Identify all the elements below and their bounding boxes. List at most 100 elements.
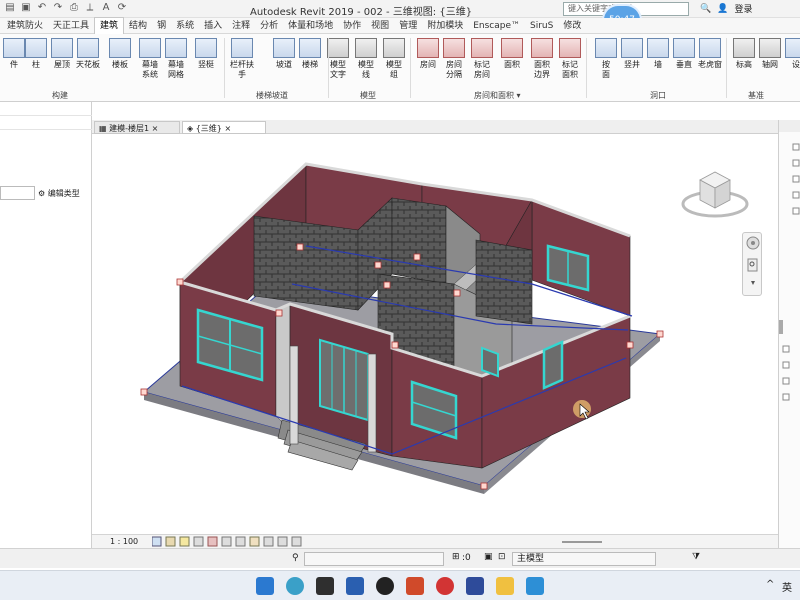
workset-dropdown[interactable] <box>304 552 444 566</box>
edit-type-button[interactable]: ⚙ 编辑类型 <box>38 188 80 199</box>
design-option-dropdown[interactable]: 主模型 <box>512 552 656 566</box>
help-icon[interactable]: ⚲ <box>292 553 299 563</box>
type-selector[interactable] <box>0 186 35 200</box>
show-crop-icon[interactable] <box>235 536 246 547</box>
lock-view-icon[interactable] <box>249 536 260 547</box>
tray-chevron-icon[interactable]: ^ <box>766 579 774 590</box>
area-boundary-button[interactable]: 面积 边界 <box>528 38 556 80</box>
ramp-button[interactable]: 坡道 <box>270 38 298 70</box>
file-explorer-icon[interactable] <box>496 577 514 595</box>
start-icon[interactable] <box>256 577 274 595</box>
level-button[interactable]: 标高 <box>730 38 758 70</box>
tab-12[interactable]: 管理 <box>394 18 422 34</box>
sync-icon[interactable]: ⟳ <box>116 2 128 14</box>
area-button[interactable]: 面积 <box>498 38 526 70</box>
tab-0[interactable]: 建筑防火 <box>2 18 48 34</box>
shaft-button[interactable]: 竖井 <box>618 38 646 70</box>
set-button[interactable]: 设 <box>782 38 800 70</box>
railing-button[interactable]: 栏杆扶手 <box>228 38 256 80</box>
ime-indicator[interactable]: 英 <box>782 579 792 594</box>
qq-icon[interactable] <box>376 577 394 595</box>
text-icon[interactable]: A <box>100 2 112 14</box>
print-icon[interactable]: ⎙ <box>68 2 80 14</box>
sun-path-icon[interactable] <box>179 536 190 547</box>
zoom-options-icon[interactable] <box>751 281 755 285</box>
room-button[interactable]: 房间 <box>414 38 442 70</box>
tab-2[interactable]: 建筑 <box>94 17 125 34</box>
tab-9[interactable]: 体量和场地 <box>283 18 338 34</box>
tab-3[interactable]: 结构 <box>124 18 152 34</box>
tree-expand-icon[interactable] <box>782 143 800 401</box>
powerpoint-icon[interactable] <box>406 577 424 595</box>
vertical-opening-button[interactable]: 垂直 <box>670 38 698 70</box>
save-icon[interactable]: ▣ <box>20 2 32 14</box>
steering-wheel-icon[interactable] <box>746 236 760 250</box>
wall-opening-button[interactable]: 墙 <box>644 38 672 70</box>
tab-3d-view[interactable]: ◈ {三维} × <box>182 121 266 134</box>
analytical-model-icon[interactable] <box>291 536 302 547</box>
tab-floor-plan[interactable]: ▦ 建模-楼层1 × <box>94 121 180 134</box>
measure-icon[interactable]: ⟂ <box>84 2 96 14</box>
mullion-button[interactable]: 竖梃 <box>192 38 220 70</box>
tag-room-button[interactable]: 标记 房间 <box>468 38 496 80</box>
undo-icon[interactable]: ↶ <box>36 2 48 14</box>
tab-14[interactable]: Enscape™ <box>468 18 525 34</box>
tab-16[interactable]: 修改 <box>558 18 586 34</box>
edge-icon[interactable] <box>286 577 304 595</box>
photos-icon[interactable] <box>346 577 364 595</box>
room-separator-button[interactable]: 房间 分隔 <box>440 38 468 80</box>
curtain-grid-button[interactable]: 幕墙 网格 <box>162 38 190 80</box>
redo-icon[interactable]: ↷ <box>52 2 64 14</box>
open-icon[interactable]: ▤ <box>4 2 16 14</box>
shadows-icon[interactable] <box>193 536 204 547</box>
tab-13[interactable]: 附加模块 <box>422 18 468 34</box>
user-icon[interactable]: 👤 <box>717 4 728 14</box>
horizontal-scrollbar[interactable] <box>562 541 602 543</box>
editable-icon[interactable]: ⊞ <box>452 552 460 562</box>
tab-6[interactable]: 插入 <box>199 18 227 34</box>
properties-row <box>0 102 92 116</box>
zoom-icon[interactable] <box>747 258 758 272</box>
filter-icon[interactable]: ⧩ <box>692 552 700 562</box>
visual-style-icon[interactable] <box>165 536 176 547</box>
by-face-button[interactable]: 按 面 <box>592 38 620 80</box>
column-button[interactable]: 柱 <box>22 38 50 70</box>
3d-model-canvas[interactable] <box>92 134 778 534</box>
curtain-system-button[interactable]: 幕墙 系统 <box>136 38 164 80</box>
viewcube-icon[interactable] <box>680 160 750 230</box>
login-button[interactable]: 登录 <box>734 2 752 15</box>
tab-4[interactable]: 钢 <box>152 18 171 34</box>
close-icon[interactable]: × <box>224 124 231 133</box>
media-player-icon[interactable] <box>316 577 334 595</box>
temp-hide-icon[interactable] <box>263 536 274 547</box>
stair-button[interactable]: 楼梯 <box>296 38 324 70</box>
render-icon[interactable] <box>207 536 218 547</box>
design-options-icon[interactable]: ▣ <box>484 552 493 562</box>
close-icon[interactable]: × <box>152 124 159 133</box>
revit-icon[interactable] <box>466 577 484 595</box>
tab-5[interactable]: 系统 <box>171 18 199 34</box>
scale-label[interactable]: 1 : 100 <box>110 537 138 546</box>
crop-view-icon[interactable] <box>221 536 232 547</box>
tab-7[interactable]: 注释 <box>227 18 255 34</box>
floor-button[interactable]: 楼板 <box>106 38 134 70</box>
model-group-button[interactable]: 模型 组 <box>380 38 408 80</box>
exclude-options-icon[interactable]: ⊡ <box>498 552 506 562</box>
detail-level-icon[interactable] <box>152 536 162 547</box>
panel-splitter[interactable] <box>779 320 783 334</box>
tab-15[interactable]: SiruS <box>525 18 558 34</box>
netease-music-icon[interactable] <box>436 577 454 595</box>
model-line-button[interactable]: 模型 线 <box>352 38 380 80</box>
tab-8[interactable]: 分析 <box>255 18 283 34</box>
app-icon[interactable] <box>526 577 544 595</box>
tab-10[interactable]: 协作 <box>338 18 366 34</box>
help-search-icon[interactable]: 🔍 <box>700 4 711 14</box>
tab-1[interactable]: 天正工具 <box>48 18 94 34</box>
tag-area-button[interactable]: 标记 面积 <box>556 38 584 80</box>
ceiling-button[interactable]: 天花板 <box>74 38 102 70</box>
grid-button[interactable]: 轴网 <box>756 38 784 70</box>
roof-button[interactable]: 屋顶 <box>48 38 76 70</box>
reveal-hidden-icon[interactable] <box>277 536 288 547</box>
tab-11[interactable]: 视图 <box>366 18 394 34</box>
dormer-button[interactable]: 老虎窗 <box>696 38 724 70</box>
